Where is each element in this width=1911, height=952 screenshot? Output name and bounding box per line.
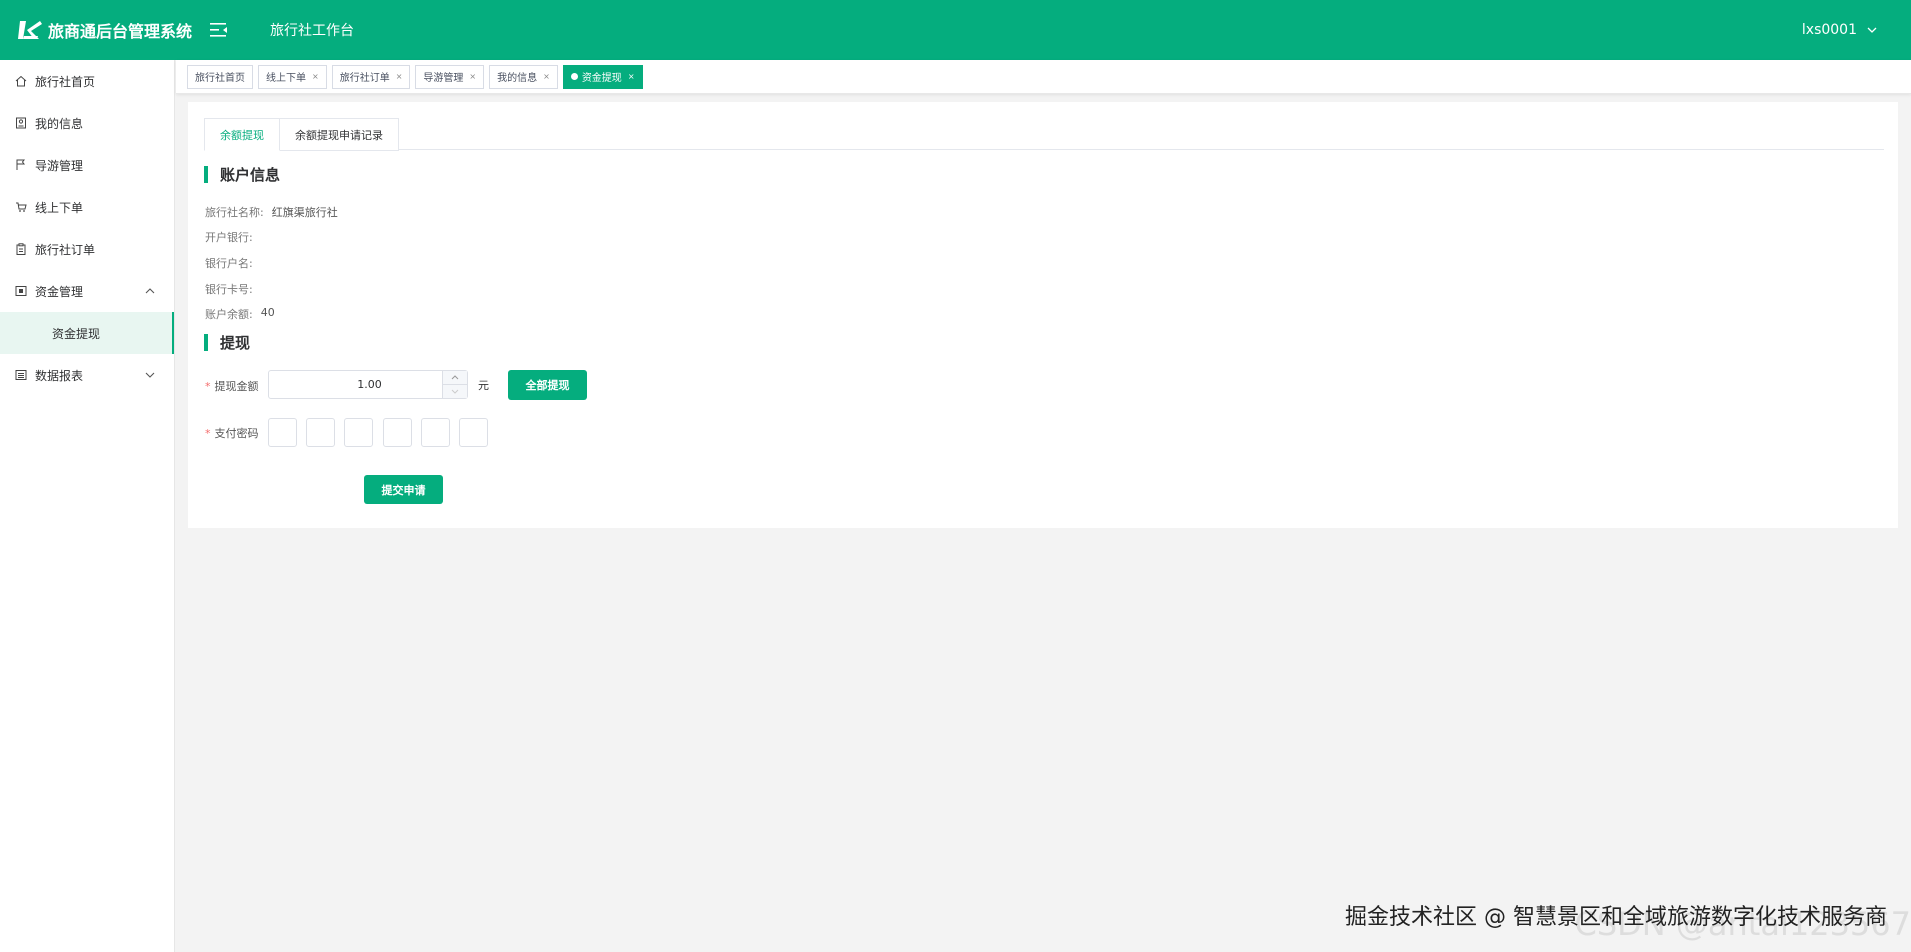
- withdraw-title: 提现: [204, 333, 251, 352]
- balance-label: 账户余额:: [205, 308, 253, 321]
- sidebar-item-home[interactable]: 旅行社首页: [0, 60, 174, 102]
- balance-row: 账户余额: 40: [205, 306, 275, 322]
- user-menu[interactable]: lxs0001: [1802, 0, 1877, 60]
- tag-label: 线上下单: [266, 73, 306, 84]
- sidebar-item-label: 资金提现: [52, 326, 101, 341]
- chevron-down-icon: [1867, 27, 1877, 33]
- cart-icon: [16, 202, 27, 212]
- holder-row: 银行户名:: [205, 255, 261, 271]
- tag-label: 导游管理: [423, 73, 464, 84]
- tag-label: 我的信息: [497, 73, 538, 84]
- tag-agency-home[interactable]: 旅行社首页: [187, 64, 253, 89]
- logo: 旅商通后台管理系统: [0, 18, 205, 42]
- chevron-up-icon: [145, 288, 155, 294]
- balance-value: 40: [260, 306, 275, 319]
- increase-button[interactable]: [443, 371, 467, 384]
- sidebar-item-label: 资金管理: [35, 284, 84, 299]
- close-icon[interactable]: ×: [312, 72, 319, 81]
- password-digit[interactable]: [383, 418, 412, 447]
- tab-balance-withdraw[interactable]: 余额提现: [204, 118, 280, 151]
- amount-input[interactable]: [269, 371, 442, 398]
- tag-label: 旅行社首页: [195, 73, 245, 84]
- title-accent-bar: [204, 333, 208, 351]
- close-icon[interactable]: ×: [543, 72, 550, 81]
- password-label: * 支付密码: [205, 425, 259, 441]
- watermark-text: 掘金技术社区 @ 智慧景区和全域旅游数字化技术服务商: [1345, 905, 1887, 930]
- sidebar-item-label: 旅行社首页: [35, 74, 96, 89]
- sidebar-item-label: 导游管理: [35, 158, 84, 173]
- bank-label: 开户银行:: [205, 231, 253, 244]
- tag-agency-orders[interactable]: 旅行社订单 ×: [331, 64, 411, 89]
- password-digit[interactable]: [421, 418, 450, 447]
- withdraw-all-button[interactable]: 全部提现: [508, 370, 587, 400]
- sidebar-item-label: 旅行社订单: [35, 242, 96, 257]
- tag-label: 资金提现: [581, 73, 622, 84]
- sidebar-item-guide-management[interactable]: 导游管理: [0, 144, 174, 186]
- sidebar-item-fund-management[interactable]: 资金管理: [0, 270, 174, 312]
- unit-label: 元: [478, 379, 489, 392]
- section-title-text: 账户信息: [220, 165, 281, 184]
- submit-button[interactable]: 提交申请: [364, 475, 443, 504]
- top-header: 旅商通后台管理系统 旅行社工作台 lxs0001: [0, 0, 1911, 60]
- active-dot-icon: [570, 73, 578, 80]
- tag-fund-withdraw[interactable]: 资金提现 ×: [562, 64, 643, 89]
- sidebar-item-data-report[interactable]: 数据报表: [0, 354, 174, 396]
- password-label-text: 支付密码: [214, 427, 259, 440]
- sidebar: 旅行社首页 我的信息 导游管理 线上下单 旅行社订单 资金管理 资金提现 数据报…: [0, 60, 175, 952]
- tag-my-info[interactable]: 我的信息 ×: [489, 64, 558, 89]
- tab-bar: 余额提现 余额提现申请记录: [204, 118, 1884, 151]
- password-digit[interactable]: [344, 418, 373, 447]
- tag-guide-management[interactable]: 导游管理 ×: [415, 64, 485, 89]
- close-icon[interactable]: ×: [396, 72, 403, 81]
- close-icon[interactable]: ×: [628, 72, 635, 81]
- password-digit[interactable]: [268, 418, 297, 447]
- card-label: 银行卡号:: [205, 283, 253, 296]
- sidebar-item-agency-orders[interactable]: 旅行社订单: [0, 228, 174, 270]
- tag-online-order[interactable]: 线上下单 ×: [258, 64, 327, 89]
- chevron-up-icon: [451, 375, 459, 380]
- agency-name-row: 旅行社名称: 红旗渠旅行社: [205, 204, 338, 220]
- sidebar-item-fund-withdraw[interactable]: 资金提现: [0, 312, 174, 354]
- chevron-down-icon: [451, 389, 459, 394]
- clipboard-icon: [16, 243, 26, 255]
- password-digit[interactable]: [306, 418, 335, 447]
- chevron-down-icon: [145, 372, 155, 378]
- account-info-title: 账户信息: [204, 165, 281, 184]
- menu-fold-icon[interactable]: [210, 22, 228, 38]
- sidebar-item-online-order[interactable]: 线上下单: [0, 186, 174, 228]
- required-mark: *: [205, 427, 211, 440]
- logo-icon: [18, 21, 42, 39]
- wallet-icon: [15, 286, 27, 296]
- username: lxs0001: [1801, 22, 1857, 38]
- card-row: 银行卡号:: [205, 281, 261, 297]
- title-accent-bar: [204, 165, 208, 183]
- password-digit[interactable]: [459, 418, 488, 447]
- amount-label-text: 提现金额: [214, 380, 259, 393]
- agency-name-value: 红旗渠旅行社: [271, 206, 338, 219]
- bank-row: 开户银行:: [205, 229, 261, 245]
- sidebar-item-label: 线上下单: [35, 200, 84, 215]
- report-icon: [15, 370, 27, 380]
- flag-icon: [16, 159, 25, 170]
- section-title-text: 提现: [220, 333, 251, 352]
- tag-label: 旅行社订单: [339, 73, 390, 84]
- home-icon: [15, 75, 27, 87]
- workbench-title[interactable]: 旅行社工作台: [270, 20, 354, 40]
- amount-stepper: [268, 370, 468, 399]
- tab-withdraw-records[interactable]: 余额提现申请记录: [280, 118, 399, 151]
- agency-name-label: 旅行社名称:: [205, 206, 264, 219]
- required-mark: *: [205, 380, 211, 393]
- app-title: 旅商通后台管理系统: [48, 22, 193, 41]
- sidebar-item-my-info[interactable]: 我的信息: [0, 102, 174, 144]
- holder-label: 银行户名:: [205, 257, 253, 270]
- profile-icon: [16, 117, 26, 129]
- close-icon[interactable]: ×: [469, 72, 476, 81]
- sidebar-item-label: 我的信息: [35, 116, 84, 131]
- tags-view: 旅行社首页 线上下单 × 旅行社订单 × 导游管理 × 我的信息 × 资金提现 …: [176, 60, 1911, 94]
- stepper-controls: [442, 371, 467, 398]
- decrease-button[interactable]: [443, 384, 467, 398]
- amount-label: * 提现金额: [205, 378, 259, 394]
- sidebar-item-label: 数据报表: [35, 368, 84, 383]
- withdraw-card: 余额提现 余额提现申请记录 账户信息 旅行社名称: 红旗渠旅行社 开户银行: 银…: [188, 102, 1898, 528]
